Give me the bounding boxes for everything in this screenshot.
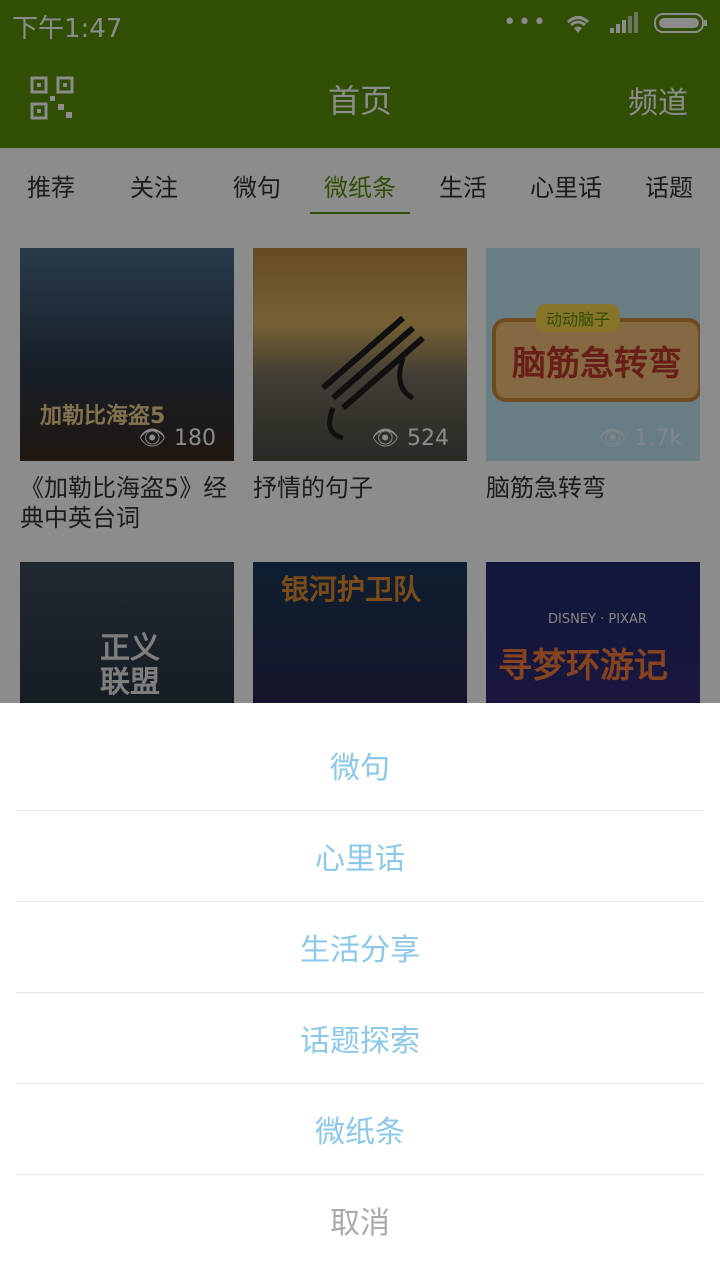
- sheet-option-life-share[interactable]: 生活分享: [16, 901, 704, 993]
- cancel-button[interactable]: 取消: [16, 1174, 704, 1265]
- sheet-option-heart-words[interactable]: 心里话: [16, 810, 704, 902]
- sheet-option-topic-explore[interactable]: 话题探索: [16, 992, 704, 1084]
- sheet-option-weizhitiao[interactable]: 微纸条: [16, 1083, 704, 1175]
- sheet-option-weiju[interactable]: 微句: [16, 719, 704, 811]
- action-sheet: 微句 心里话 生活分享 话题探索 微纸条 取消: [0, 703, 720, 1280]
